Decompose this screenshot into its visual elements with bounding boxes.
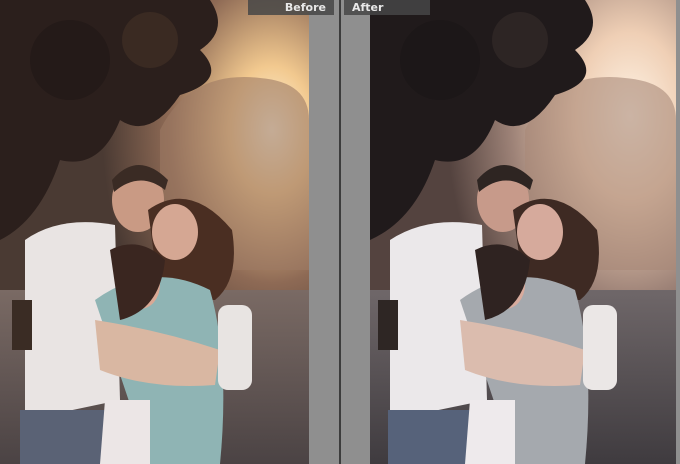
before-after-compare-view: Before After <box>0 0 680 464</box>
after-photo-pane[interactable] <box>370 0 676 464</box>
compare-gutter-left <box>309 0 339 464</box>
before-photo <box>0 0 309 464</box>
before-label: Before <box>248 0 334 15</box>
compare-gutter-edge <box>676 0 680 464</box>
after-photo <box>370 0 676 464</box>
after-label: After <box>344 0 430 15</box>
compare-gutter-right <box>341 0 370 464</box>
before-photo-pane[interactable] <box>0 0 309 464</box>
